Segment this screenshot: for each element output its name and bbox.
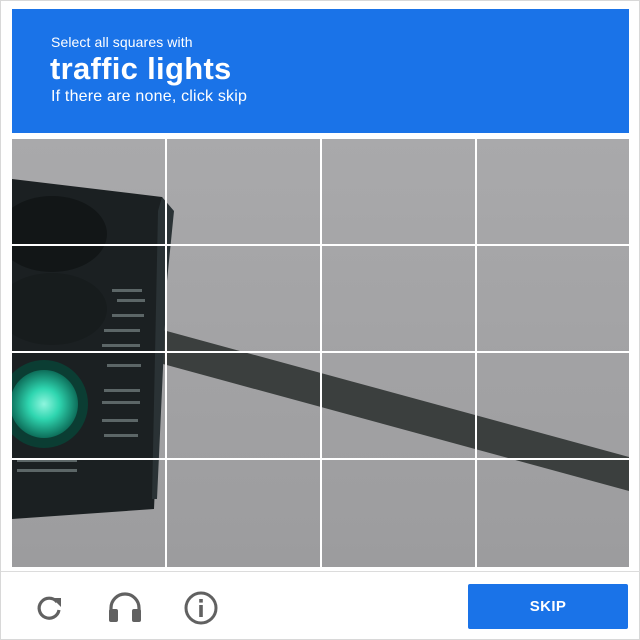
grid-tile[interactable] <box>12 246 165 351</box>
grid-divider <box>12 244 629 246</box>
grid-tile[interactable] <box>322 246 475 351</box>
audio-icon[interactable] <box>106 589 144 627</box>
grid-divider <box>165 139 167 567</box>
reload-icon[interactable] <box>30 589 68 627</box>
grid-tile[interactable] <box>12 139 165 244</box>
grid-divider <box>475 139 477 567</box>
grid-tile[interactable] <box>12 353 165 458</box>
instruction-header: Select all squares with traffic lights I… <box>12 9 629 133</box>
grid-tile[interactable] <box>167 353 320 458</box>
grid-tile[interactable] <box>477 353 629 458</box>
skip-button[interactable]: SKIP <box>468 584 628 629</box>
grid-tile[interactable] <box>167 246 320 351</box>
grid-tile[interactable] <box>322 139 475 244</box>
grid-tile[interactable] <box>477 460 629 567</box>
grid-tile[interactable] <box>167 460 320 567</box>
grid-divider <box>12 351 629 353</box>
grid-tile[interactable] <box>477 246 629 351</box>
grid-tile[interactable] <box>477 139 629 244</box>
image-grid <box>12 139 629 567</box>
grid-tile[interactable] <box>167 139 320 244</box>
skip-hint: If there are none, click skip <box>51 88 248 105</box>
footer-divider <box>1 571 640 572</box>
grid-tile[interactable] <box>322 460 475 567</box>
target-object-label: traffic lights <box>50 51 232 86</box>
grid-divider <box>320 139 322 567</box>
grid-divider <box>12 458 629 460</box>
grid-tile[interactable] <box>12 460 165 567</box>
info-icon[interactable] <box>182 589 220 627</box>
grid-tile[interactable] <box>322 353 475 458</box>
instruction-text: Select all squares with <box>51 34 193 50</box>
captcha-widget: Select all squares with traffic lights I… <box>0 0 640 640</box>
